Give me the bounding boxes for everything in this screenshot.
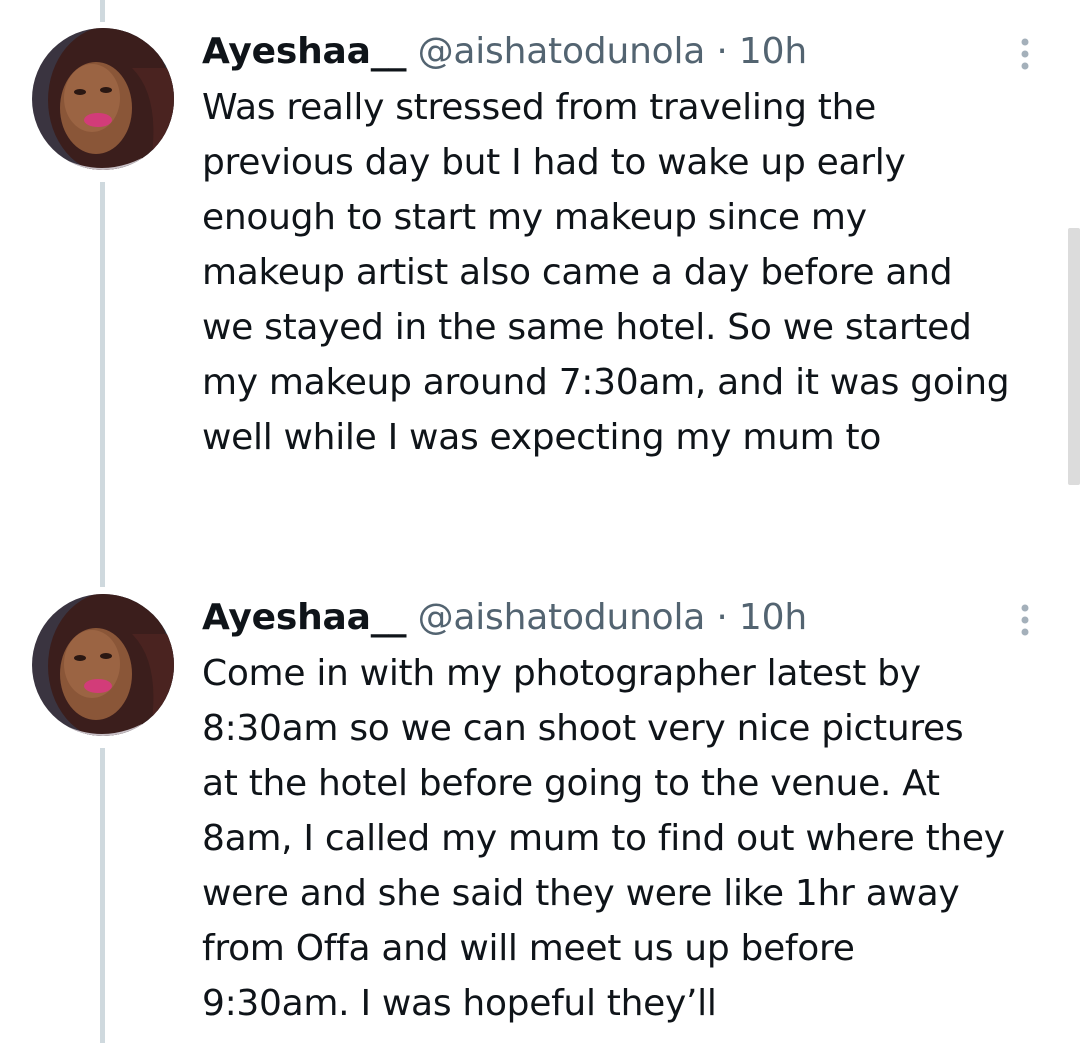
- user-handle[interactable]: @aishatodunola: [418, 31, 706, 72]
- tweet-text-line: at the hotel before going to the venue. …: [202, 763, 940, 804]
- profile-photo: [32, 594, 174, 736]
- display-name[interactable]: Ayeshaa__: [202, 31, 407, 72]
- tweet-header: Ayeshaa__ @aishatodunola · 10h: [202, 594, 807, 642]
- display-name[interactable]: Ayeshaa__: [202, 597, 407, 638]
- separator-dot: ·: [716, 597, 728, 638]
- tweet[interactable]: Ayeshaa__ @aishatodunola · 10h Was reall…: [0, 28, 1080, 508]
- tweet-text-line: were and she said they were like 1hr awa…: [202, 873, 960, 914]
- tweet[interactable]: Ayeshaa__ @aishatodunola · 10h Come in w…: [0, 594, 1080, 1043]
- tweet-text-line: from Offa and will meet us up before: [202, 928, 855, 969]
- avatar[interactable]: [32, 594, 174, 736]
- thread-connector-line: [100, 0, 105, 22]
- avatar[interactable]: [32, 28, 174, 170]
- scrollbar-thumb[interactable]: [1068, 228, 1080, 485]
- more-vertical-icon[interactable]: [1014, 36, 1036, 76]
- tweet-text-line: makeup artist also came a day before and: [202, 252, 953, 293]
- timestamp[interactable]: 10h: [739, 597, 807, 638]
- more-vertical-icon[interactable]: [1014, 602, 1036, 642]
- tweet-text: Was really stressed from traveling the p…: [202, 80, 1062, 465]
- tweet-text-line: 9:30am. I was hopeful they’ll: [202, 983, 717, 1024]
- tweet-text-line: Was really stressed from traveling the: [202, 87, 876, 128]
- tweet-text-line: my makeup around 7:30am, and it was goin…: [202, 362, 1010, 403]
- tweet-text-line: we stayed in the same hotel. So we start…: [202, 307, 972, 348]
- timestamp[interactable]: 10h: [739, 31, 807, 72]
- tweet-text-line: well while I was expecting my mum to: [202, 417, 882, 458]
- tweet-text-line: previous day but I had to wake up early: [202, 142, 906, 183]
- profile-photo: [32, 28, 174, 170]
- separator-dot: ·: [716, 31, 728, 72]
- tweet-text-line: 8:30am so we can shoot very nice picture…: [202, 708, 964, 749]
- tweet-text-line: Come in with my photographer latest by: [202, 653, 921, 694]
- tweet-text: Come in with my photographer latest by 8…: [202, 646, 1062, 1031]
- tweet-header: Ayeshaa__ @aishatodunola · 10h: [202, 28, 807, 76]
- tweet-text-line: enough to start my makeup since my: [202, 197, 867, 238]
- user-handle[interactable]: @aishatodunola: [418, 597, 706, 638]
- tweet-text-line: 8am, I called my mum to find out where t…: [202, 818, 1005, 859]
